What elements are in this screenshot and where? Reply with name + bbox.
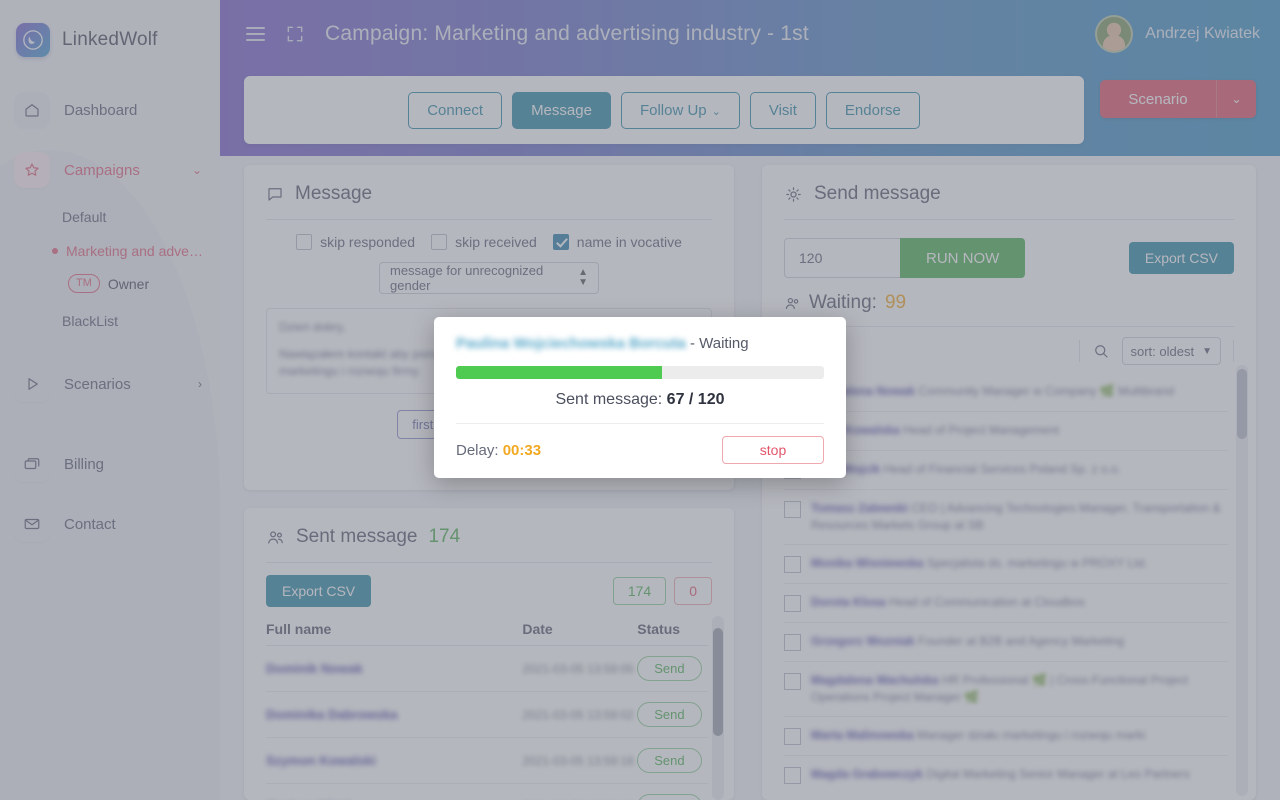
modal-person-name: Paulina Wojciechowska Borcuta bbox=[456, 335, 686, 352]
modal-footer: Delay: 00:33 stop bbox=[456, 423, 824, 478]
modal-status: - Waiting bbox=[689, 335, 749, 352]
delay-value: 00:33 bbox=[502, 441, 542, 459]
progress-value: 67 / 120 bbox=[666, 391, 725, 408]
progress-bar bbox=[456, 366, 824, 379]
progress-text: Sent message: 67 / 120 bbox=[456, 379, 824, 423]
stop-button[interactable]: stop bbox=[722, 436, 824, 464]
sending-progress-modal: Paulina Wojciechowska Borcuta - Waiting … bbox=[434, 317, 846, 478]
progress-label: Sent message: bbox=[555, 391, 663, 408]
delay-status: Delay: 00:33 bbox=[456, 442, 541, 459]
progress-bar-fill bbox=[456, 366, 663, 379]
delay-label: Delay: bbox=[456, 441, 499, 459]
modal-header: Paulina Wojciechowska Borcuta - Waiting bbox=[456, 335, 824, 366]
app-root: LinkedWolf Dashboard Campaigns ⌄ Default bbox=[0, 0, 1280, 800]
